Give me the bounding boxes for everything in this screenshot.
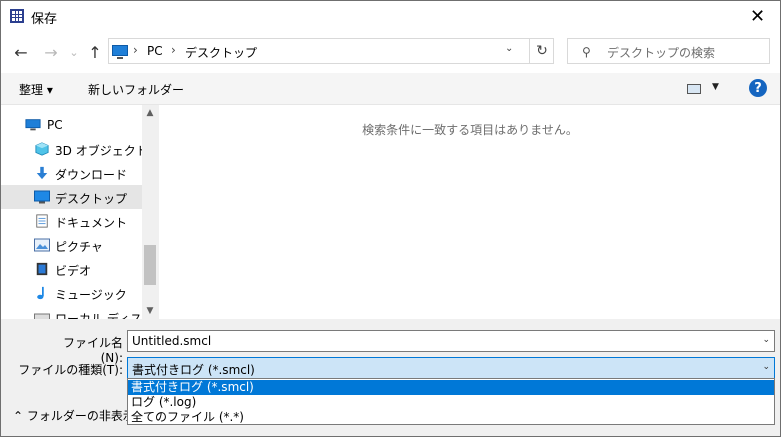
refresh-button[interactable]: ↻ [529,39,554,63]
up-button[interactable]: ↑ [84,41,106,63]
view-dropdown-icon: ▼ [712,82,719,92]
address-dropdown-icon[interactable]: ⌄ [505,43,513,54]
scroll-down-button[interactable]: ▼ [142,303,158,319]
sidebar-item-music[interactable]: ミュージック [1,281,142,305]
filename-input[interactable]: Untitled.smcl ⌄ [127,330,775,352]
navigation-bar: ← → ⌄ ↑ › PC › デスクトップ ⌄ ↻ ⚲ デスクトップの検索 [1,32,780,72]
forward-arrow-icon: → [44,42,58,62]
sidebar-item-local-disk[interactable]: ローカル ディスク (C [1,305,158,319]
sidebar-item-desktop[interactable]: デスクトップ [1,185,142,209]
view-icon [687,84,701,94]
save-dialog: 保存 ✕ ← → ⌄ ↑ › PC › デスクトップ ⌄ ↻ ⚲ デスクトップの… [0,0,781,437]
pc-icon [112,45,128,59]
filetype-value: 書式付きログ (*.smcl) [132,363,255,377]
sidebar-item-label: PC [47,118,63,132]
document-icon [36,214,48,228]
filetype-dropdown-list: 書式付きログ (*.smcl) ログ (*.log) 全てのファイル (*.*) [127,378,775,425]
search-placeholder: デスクトップの検索 [607,46,716,60]
back-button[interactable]: ← [10,41,32,63]
forward-button[interactable]: → [40,41,62,63]
help-button[interactable]: ? [749,79,767,97]
back-arrow-icon: ← [14,42,28,62]
navigation-pane: PC 3D オブジェクト ダウンロード デスクトップ ドキュメント ピクチャ ビ… [1,105,158,319]
filetype-select[interactable]: 書式付きログ (*.smcl) ⌄ [127,357,775,379]
sidebar-item-videos[interactable]: ビデオ [1,257,142,281]
up-arrow-icon: ↑ [88,42,102,62]
desktop-icon [34,190,50,204]
sidebar-item-3d-objects[interactable]: 3D オブジェクト [1,137,148,161]
search-input[interactable]: ⚲ デスクトップの検索 [567,38,770,64]
hide-folders-button[interactable]: ⌃ フォルダーの非表示 [13,407,135,424]
sidebar-item-label: ビデオ [55,264,92,278]
sidebar-scrollbar[interactable]: ▲ ▼ [142,105,158,319]
filetype-option-log[interactable]: ログ (*.log) [128,395,774,410]
3d-objects-icon [35,142,49,156]
disk-icon [34,313,50,319]
breadcrumb-pc[interactable]: PC [147,44,163,58]
sidebar-item-label: デスクトップ [55,192,128,206]
sidebar-item-label: ドキュメント [55,216,128,230]
refresh-icon: ↻ [536,43,548,59]
sidebar-item-pictures[interactable]: ピクチャ [1,233,142,257]
breadcrumb-separator: › [171,43,176,57]
view-options-button[interactable]: ▼ [687,82,723,98]
chevron-down-icon[interactable]: ⌄ [762,335,770,345]
music-icon [37,286,44,300]
close-button[interactable]: ✕ [735,1,780,32]
filename-value: Untitled.smcl [132,334,212,348]
pc-icon [25,119,41,131]
sidebar-item-label: ピクチャ [55,240,103,254]
sidebar-item-documents[interactable]: ドキュメント [1,209,142,233]
filetype-label: ファイルの種類(T): [18,363,123,377]
organize-button[interactable]: 整理 ▾ [19,81,53,98]
app-icon [10,9,24,23]
sidebar-item-label: ダウンロード [55,168,128,182]
picture-icon [34,238,50,252]
window-title: 保存 [31,12,58,27]
download-icon [36,166,48,180]
search-icon: ⚲ [582,45,591,59]
sidebar-item-label: ミュージック [55,288,127,302]
breadcrumb-desktop[interactable]: デスクトップ [185,44,257,61]
title-bar: 保存 ✕ [1,1,780,32]
file-list-area[interactable]: 検索条件に一致する項目はありません。 [158,105,780,319]
chevron-down-icon: ⌄ [762,362,770,372]
breadcrumb-separator: › [133,43,138,57]
sidebar-item-pc[interactable]: PC [1,113,142,137]
filetype-option-smcl[interactable]: 書式付きログ (*.smcl) [128,380,774,395]
command-toolbar: 整理 ▾ 新しいフォルダー ▼ ? [1,73,780,105]
filetype-option-all[interactable]: 全てのファイル (*.*) [128,410,774,425]
new-folder-button[interactable]: 新しいフォルダー [88,81,184,98]
video-icon [36,262,48,276]
close-icon: ✕ [749,6,766,27]
address-bar[interactable]: › PC › デスクトップ ⌄ ↻ [108,38,554,64]
scroll-up-button[interactable]: ▲ [142,105,158,121]
empty-message: 検索条件に一致する項目はありません。 [362,123,578,137]
recent-locations-button[interactable]: ⌄ [63,41,85,63]
sidebar-item-label: 3D オブジェクト [55,144,148,158]
scroll-thumb[interactable] [144,245,156,285]
chevron-down-icon: ⌄ [69,45,79,59]
sidebar-item-downloads[interactable]: ダウンロード [1,161,142,185]
